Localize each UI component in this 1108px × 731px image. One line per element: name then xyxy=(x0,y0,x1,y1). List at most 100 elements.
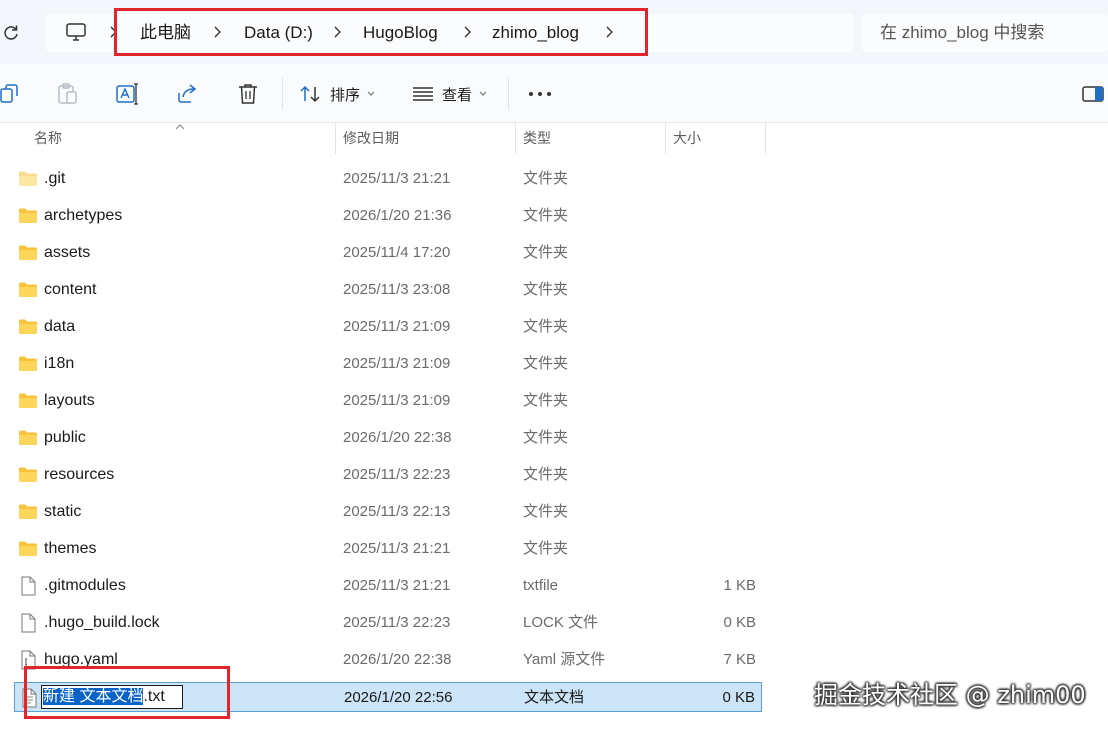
file-modified: 2025/11/3 21:21 xyxy=(343,540,451,557)
file-row[interactable]: assets 2025/11/4 17:20 文件夹 xyxy=(14,238,762,268)
file-modified: 2026/1/20 21:36 xyxy=(343,207,452,224)
column-divider[interactable] xyxy=(765,122,766,154)
file-name: .gitmodules xyxy=(44,577,126,594)
refresh-button[interactable] xyxy=(0,18,22,48)
column-divider[interactable] xyxy=(665,122,666,154)
file-name: layouts xyxy=(44,392,95,409)
file-name: assets xyxy=(44,244,91,261)
file-row[interactable]: i18n 2025/11/3 21:09 文件夹 xyxy=(14,349,762,379)
file-modified: 2026/1/20 22:38 xyxy=(343,429,452,446)
file-icon xyxy=(18,613,38,633)
folder-icon xyxy=(18,280,38,300)
file-type: 文件夹 xyxy=(523,429,569,446)
file-row[interactable]: public 2026/1/20 22:38 文件夹 xyxy=(14,423,762,453)
copy-button[interactable] xyxy=(0,78,18,110)
folder-icon xyxy=(18,502,38,522)
file-name: content xyxy=(44,281,97,298)
file-row[interactable]: .hugo_build.lock 2025/11/3 22:23 LOCK 文件 0 … xyxy=(14,608,762,638)
file-type: 文件夹 xyxy=(523,244,569,261)
file-modified: 2025/11/3 21:09 xyxy=(343,392,451,409)
rename-icon xyxy=(116,83,138,105)
file-type: 文本文档 xyxy=(524,689,585,706)
file-row[interactable]: content 2025/11/3 23:08 文件夹 xyxy=(14,275,762,305)
copy-icon xyxy=(0,84,18,103)
file-row[interactable]: themes 2025/11/3 21:21 文件夹 xyxy=(14,534,762,564)
column-header-name[interactable]: 名称 xyxy=(34,122,62,154)
command-bar xyxy=(0,64,1108,123)
share-button[interactable] xyxy=(176,78,198,110)
sort-icon xyxy=(300,85,320,103)
file-modified: 2025/11/3 22:23 xyxy=(343,614,451,631)
file-modified: 2026/1/20 22:38 xyxy=(343,651,452,668)
file-row[interactable]: .gitmodules 2025/11/3 21:21 txtfile 1 KB xyxy=(14,571,762,601)
delete-button[interactable] xyxy=(238,78,258,110)
file-name: i18n xyxy=(44,355,75,372)
view-icon xyxy=(413,87,433,101)
file-type: 文件夹 xyxy=(523,466,569,483)
folder-icon xyxy=(18,317,38,337)
column-header-modified[interactable]: 修改日期 xyxy=(343,122,399,154)
folder-icon xyxy=(18,354,38,374)
search-input[interactable] xyxy=(880,20,1100,46)
file-size: 0 KB xyxy=(722,689,755,706)
refresh-icon xyxy=(4,25,18,40)
file-modified: 2025/11/3 21:21 xyxy=(343,577,451,594)
file-type: Yaml 源文件 xyxy=(523,651,606,668)
rename-annotation-box xyxy=(24,666,230,719)
paste-button[interactable] xyxy=(56,78,78,110)
file-row[interactable]: data 2025/11/3 21:09 文件夹 xyxy=(14,312,762,342)
more-icon xyxy=(529,92,551,96)
chevron-down-icon xyxy=(479,91,487,96)
column-divider[interactable] xyxy=(515,122,516,154)
file-modified: 2025/11/3 22:23 xyxy=(343,466,451,483)
sort-label: 排序 xyxy=(330,86,361,104)
file-modified: 2025/11/4 17:20 xyxy=(343,244,451,261)
file-type: LOCK 文件 xyxy=(523,614,599,631)
file-icon xyxy=(18,576,38,596)
file-row[interactable]: .git 2025/11/3 21:21 文件夹 xyxy=(14,164,762,194)
file-modified: 2025/11/3 21:09 xyxy=(343,318,451,335)
file-name: .hugo_build.lock xyxy=(44,614,160,631)
file-modified: 2025/11/3 22:13 xyxy=(343,503,451,520)
folder-icon xyxy=(18,539,38,559)
folder-icon xyxy=(18,391,38,411)
chevron-down-icon xyxy=(367,91,375,96)
file-name: resources xyxy=(44,466,115,483)
trash-icon xyxy=(239,84,257,104)
folder-icon xyxy=(18,243,38,263)
file-row[interactable]: layouts 2025/11/3 21:09 文件夹 xyxy=(14,386,762,416)
details-pane-button[interactable] xyxy=(1082,78,1104,110)
file-modified: 2025/11/3 21:21 xyxy=(343,170,451,187)
file-modified: 2025/11/3 21:09 xyxy=(343,355,451,372)
toolbar-divider xyxy=(282,78,283,110)
file-name: archetypes xyxy=(44,207,123,224)
file-type: txtfile xyxy=(523,577,559,594)
breadcrumb-annotation-box xyxy=(114,8,648,56)
column-header-type[interactable]: 类型 xyxy=(523,122,551,154)
file-name: themes xyxy=(44,540,97,557)
file-name: .git xyxy=(44,170,66,187)
paste-icon xyxy=(58,83,77,104)
folder-icon xyxy=(18,465,38,485)
sort-up-icon xyxy=(174,118,186,136)
rename-button[interactable] xyxy=(116,78,140,110)
file-size: 0 KB xyxy=(723,614,756,631)
file-row[interactable]: archetypes 2026/1/20 21:36 文件夹 xyxy=(14,201,762,231)
more-options-button[interactable] xyxy=(528,78,552,110)
file-row[interactable]: static 2025/11/3 22:13 文件夹 xyxy=(14,497,762,527)
sort-button[interactable]: 排序 xyxy=(300,78,376,110)
this-pc-icon[interactable] xyxy=(64,20,88,44)
file-type: 文件夹 xyxy=(523,540,569,557)
file-row[interactable]: resources 2025/11/3 22:23 文件夹 xyxy=(14,460,762,490)
file-type: 文件夹 xyxy=(523,318,569,335)
watermark-text: 掘金技术社区 @ zhim00 xyxy=(814,681,1086,709)
folder-icon xyxy=(18,169,38,189)
column-divider[interactable] xyxy=(335,122,336,154)
details-pane-icon xyxy=(1082,86,1104,102)
column-header-size[interactable]: 大小 xyxy=(673,122,701,154)
file-modified: 2026/1/20 22:56 xyxy=(344,689,453,706)
file-name: data xyxy=(44,318,76,335)
view-button[interactable]: 查看 xyxy=(412,78,488,110)
file-type: 文件夹 xyxy=(523,281,569,298)
file-modified: 2025/11/3 23:08 xyxy=(343,281,451,298)
